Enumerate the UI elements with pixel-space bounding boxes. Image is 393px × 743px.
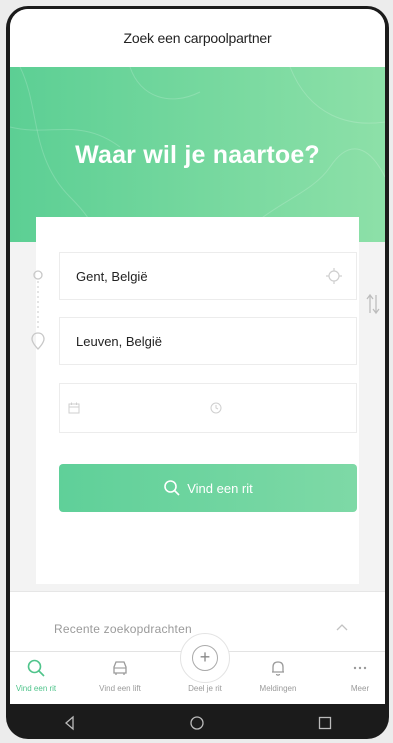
- search-icon: [164, 480, 180, 496]
- to-field[interactable]: Leuven, België: [59, 317, 357, 365]
- find-ride-button[interactable]: Vind een rit: [59, 464, 357, 512]
- tab-more[interactable]: Meer: [328, 658, 385, 693]
- more-icon: [353, 666, 367, 670]
- to-value: Leuven, België: [76, 333, 163, 349]
- app-screen: Zoek een carpoolpartner Waar wil je naar…: [10, 9, 385, 704]
- recents-icon[interactable]: [317, 715, 333, 731]
- android-nav-bar: [6, 707, 389, 739]
- tab-find-lift[interactable]: Vind een lift: [88, 658, 152, 693]
- tab-label: Vind een lift: [99, 684, 141, 693]
- chevron-up-icon[interactable]: [335, 622, 349, 632]
- tab-label: Meldingen: [259, 684, 297, 693]
- phone-frame: Zoek een carpoolpartner Waar wil je naar…: [6, 6, 389, 739]
- tab-label: Vind een rit: [15, 684, 57, 693]
- hero-title: Waar wil je naartoe?: [75, 141, 320, 169]
- back-icon[interactable]: [62, 715, 78, 731]
- bell-icon: [272, 661, 284, 676]
- car-icon: [113, 661, 127, 675]
- tab-find-ride[interactable]: Vind een rit: [10, 658, 68, 693]
- destination-pin-icon: [31, 332, 45, 350]
- find-ride-label: Vind een rit: [187, 480, 253, 496]
- route-indicator: [31, 270, 45, 350]
- from-field[interactable]: Gent, België: [59, 252, 357, 300]
- swap-icon[interactable]: [366, 293, 380, 315]
- home-icon[interactable]: [189, 715, 205, 731]
- calendar-icon[interactable]: [68, 402, 80, 414]
- origin-dot-icon: [33, 270, 43, 280]
- share-ride-button[interactable]: +: [180, 633, 230, 683]
- search-icon: [27, 659, 45, 677]
- tab-notifications[interactable]: Meldingen: [246, 658, 310, 693]
- recent-searches-label: Recente zoekopdrachten: [54, 622, 192, 636]
- locate-icon[interactable]: [326, 268, 342, 284]
- hero-banner: Waar wil je naartoe?: [10, 67, 385, 242]
- page-title: Zoek een carpoolpartner: [123, 30, 272, 46]
- date-time-field[interactable]: [59, 383, 357, 433]
- plus-circle-icon: +: [192, 645, 218, 671]
- tab-label: Meer: [350, 684, 370, 693]
- tab-label: Deel je rit: [188, 684, 222, 693]
- from-value: Gent, België: [76, 268, 148, 284]
- clock-icon[interactable]: [210, 402, 222, 414]
- header-bar: Zoek een carpoolpartner: [10, 9, 385, 67]
